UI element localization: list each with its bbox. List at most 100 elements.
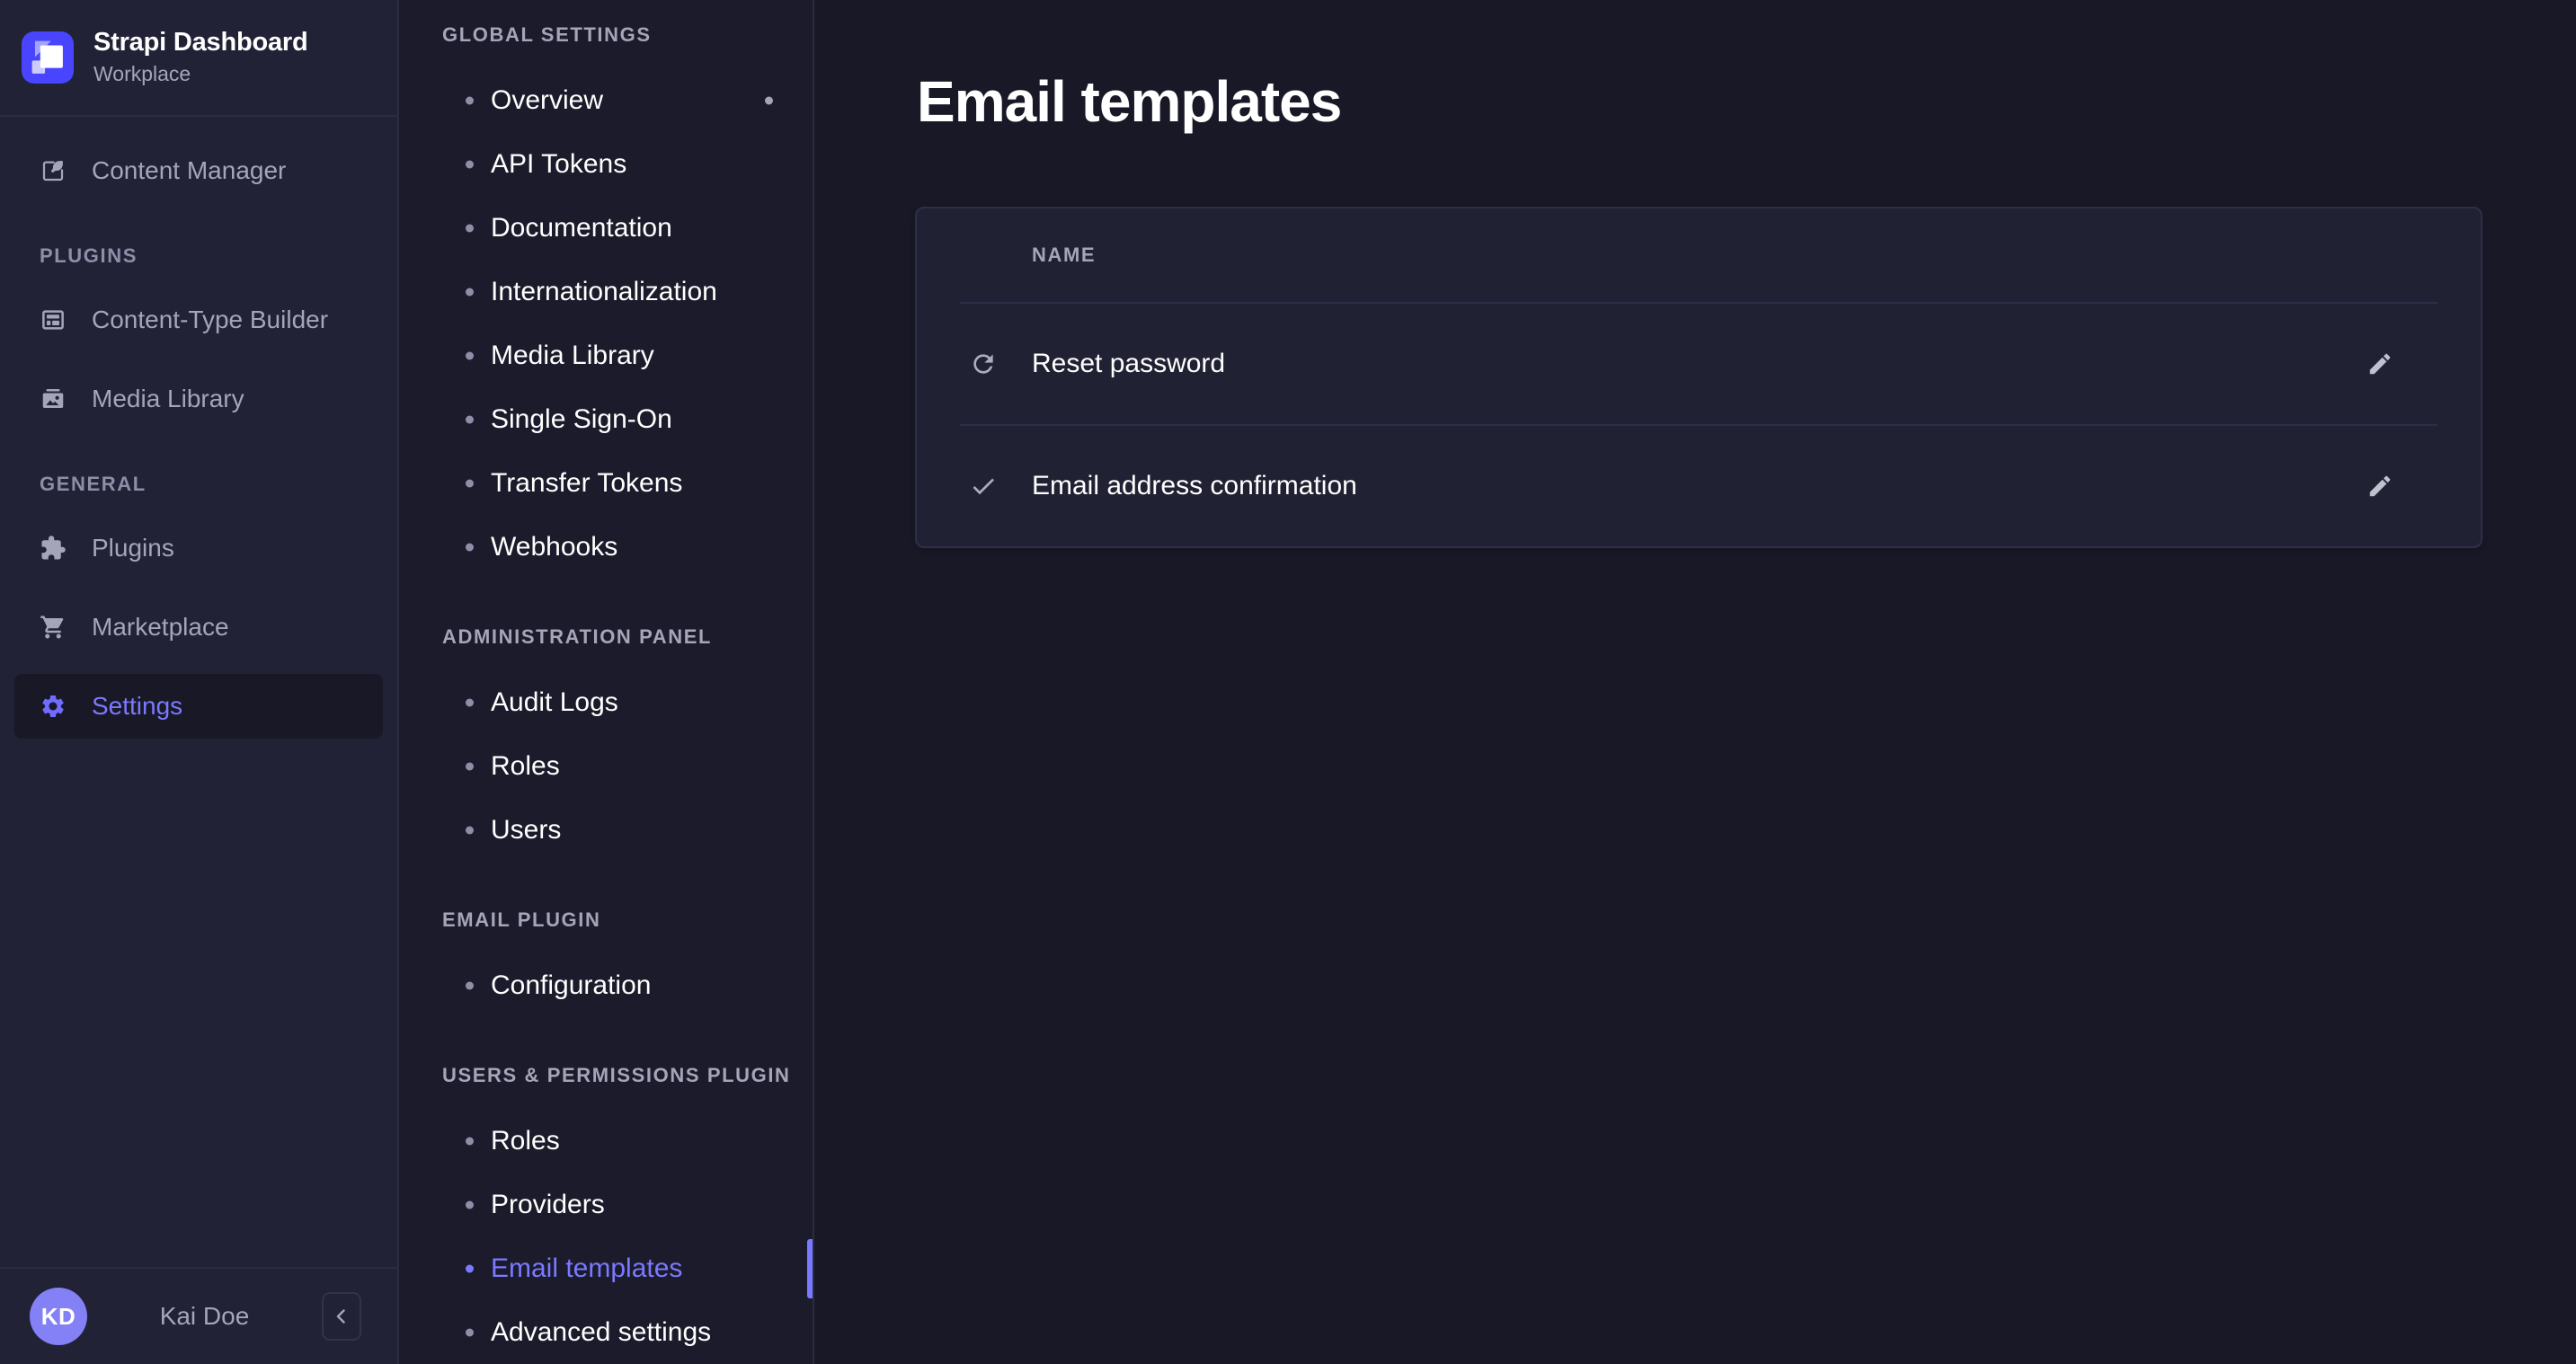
subnav-item-internationalization[interactable]: Internationalization	[399, 260, 813, 323]
nav-item-label: Plugins	[92, 534, 174, 562]
bullet-icon	[466, 415, 474, 423]
subnav-item-label: Roles	[491, 1126, 560, 1156]
nav-item-marketplace[interactable]: Marketplace	[14, 595, 383, 660]
nav-item-content-type-builder[interactable]: Content-Type Builder	[14, 288, 383, 352]
plugins-icon	[40, 535, 67, 562]
nav-item-label: Content-Type Builder	[92, 306, 328, 334]
media-library-icon	[40, 385, 67, 412]
subnav-item-documentation[interactable]: Documentation	[399, 196, 813, 260]
bullet-icon	[466, 762, 474, 770]
bullet-icon	[466, 1137, 474, 1145]
subnav-item-transfer-tokens[interactable]: Transfer Tokens	[399, 451, 813, 515]
subnav-item-providers[interactable]: Providers	[399, 1173, 813, 1236]
subnav-section-label: GLOBAL SETTINGS	[442, 23, 813, 47]
subnav-item-label: Overview	[491, 85, 603, 116]
subnav-section-email-plugin: EMAIL PLUGIN Configuration	[399, 908, 813, 1017]
nav-item-label: Media Library	[92, 385, 244, 413]
subnav-item-webhooks[interactable]: Webhooks	[399, 515, 813, 579]
nav-item-media-library[interactable]: Media Library	[14, 367, 383, 431]
marketplace-icon	[40, 614, 67, 641]
workspace-text: Strapi Dashboard Workplace	[93, 29, 308, 87]
strapi-admin-app: Strapi Dashboard Workplace Content Manag…	[0, 0, 2576, 1364]
template-name: Email address confirmation	[1032, 471, 1357, 501]
bullet-icon	[466, 160, 474, 168]
settings-icon	[40, 693, 67, 720]
bullet-icon	[466, 479, 474, 487]
workspace-header: Strapi Dashboard Workplace	[0, 0, 397, 117]
subnav-item-single-sign-on[interactable]: Single Sign-On	[399, 387, 813, 451]
bullet-icon	[466, 1200, 474, 1209]
table-header-row: NAME	[917, 208, 2481, 302]
nav-item-plugins[interactable]: Plugins	[14, 516, 383, 580]
subnav-item-label: Single Sign-On	[491, 404, 672, 435]
nav-item-label: Settings	[92, 692, 182, 721]
email-templates-table: NAME Reset password Email add	[915, 207, 2483, 548]
bullet-icon	[466, 1328, 474, 1336]
bullet-icon	[466, 224, 474, 232]
bullet-icon	[466, 96, 474, 104]
template-name: Reset password	[1032, 349, 1225, 379]
nav-item-settings[interactable]: Settings	[14, 674, 383, 739]
subnav-item-up-roles[interactable]: Roles	[399, 1109, 813, 1173]
subnav-item-label: Media Library	[491, 341, 654, 371]
workspace-title: Strapi Dashboard	[93, 29, 308, 58]
subnav-section-label: EMAIL PLUGIN	[442, 908, 813, 932]
bullet-icon	[466, 1264, 474, 1272]
active-indicator-bar	[807, 1239, 813, 1298]
notification-dot-icon	[765, 96, 773, 104]
subnav-item-api-tokens[interactable]: API Tokens	[399, 132, 813, 196]
chevron-left-icon	[331, 1306, 352, 1327]
table-row-email-address-confirmation[interactable]: Email address confirmation	[917, 426, 2481, 546]
subnav-item-label: Configuration	[491, 970, 651, 1001]
subnav-item-admin-roles[interactable]: Roles	[399, 734, 813, 798]
bullet-icon	[466, 981, 474, 989]
subnav-item-label: Internationalization	[491, 277, 717, 307]
subnav-item-label: API Tokens	[491, 149, 626, 180]
subnav-item-overview[interactable]: Overview	[399, 68, 813, 132]
subnav-item-media-library[interactable]: Media Library	[399, 323, 813, 387]
refresh-icon	[969, 350, 998, 378]
main-nav-list: Content Manager PLUGINS Content-Type Bui…	[0, 117, 397, 1267]
bullet-icon	[466, 288, 474, 296]
nav-section-general: GENERAL	[40, 473, 358, 496]
subnav-item-label: Users	[491, 815, 561, 846]
content-manager-icon	[40, 157, 67, 184]
subnav-item-configuration[interactable]: Configuration	[399, 953, 813, 1017]
column-header-name: NAME	[1032, 244, 1096, 267]
user-avatar[interactable]: KD	[30, 1288, 87, 1345]
check-icon	[969, 472, 998, 500]
subnav-section-users-permissions-plugin: USERS & PERMISSIONS PLUGIN Roles Provide…	[399, 1064, 813, 1364]
edit-reset-password-button[interactable]	[2357, 341, 2403, 387]
subnav-item-label: Roles	[491, 751, 560, 782]
subnav-section-label: ADMINISTRATION PANEL	[442, 625, 813, 649]
subnav-section-global-settings: GLOBAL SETTINGS Overview API Tokens Docu…	[399, 23, 813, 579]
subnav-item-label: Webhooks	[491, 532, 617, 562]
subnav-section-label: USERS & PERMISSIONS PLUGIN	[442, 1064, 813, 1087]
sidebar-footer: KD Kai Doe	[0, 1267, 397, 1364]
bullet-icon	[466, 543, 474, 551]
subnav-item-advanced-settings[interactable]: Advanced settings	[399, 1300, 813, 1364]
content-type-builder-icon	[40, 306, 67, 333]
bullet-icon	[466, 351, 474, 359]
subnav-item-label: Documentation	[491, 213, 672, 244]
table-row-reset-password[interactable]: Reset password	[917, 304, 2481, 424]
subnav-item-email-templates[interactable]: Email templates	[399, 1236, 813, 1300]
subnav-item-label: Advanced settings	[491, 1317, 711, 1348]
collapse-sidebar-button[interactable]	[322, 1292, 361, 1341]
bullet-icon	[466, 826, 474, 834]
subnav-item-label: Transfer Tokens	[491, 468, 682, 499]
page-title: Email templates	[917, 70, 2576, 133]
settings-subnav: GLOBAL SETTINGS Overview API Tokens Docu…	[399, 0, 814, 1364]
nav-section-plugins: PLUGINS	[40, 244, 358, 268]
subnav-item-admin-users[interactable]: Users	[399, 798, 813, 862]
pencil-icon	[2367, 350, 2394, 377]
content-area: Email templates NAME Reset password	[816, 0, 2576, 1364]
strapi-logo-icon	[22, 31, 74, 84]
nav-item-label: Marketplace	[92, 613, 229, 642]
edit-email-confirmation-button[interactable]	[2357, 463, 2403, 509]
subnav-item-audit-logs[interactable]: Audit Logs	[399, 670, 813, 734]
nav-item-content-manager[interactable]: Content Manager	[14, 138, 383, 203]
workspace-subtitle: Workplace	[93, 62, 308, 86]
subnav-item-label: Audit Logs	[491, 687, 618, 718]
subnav-section-administration-panel: ADMINISTRATION PANEL Audit Logs Roles Us…	[399, 625, 813, 862]
